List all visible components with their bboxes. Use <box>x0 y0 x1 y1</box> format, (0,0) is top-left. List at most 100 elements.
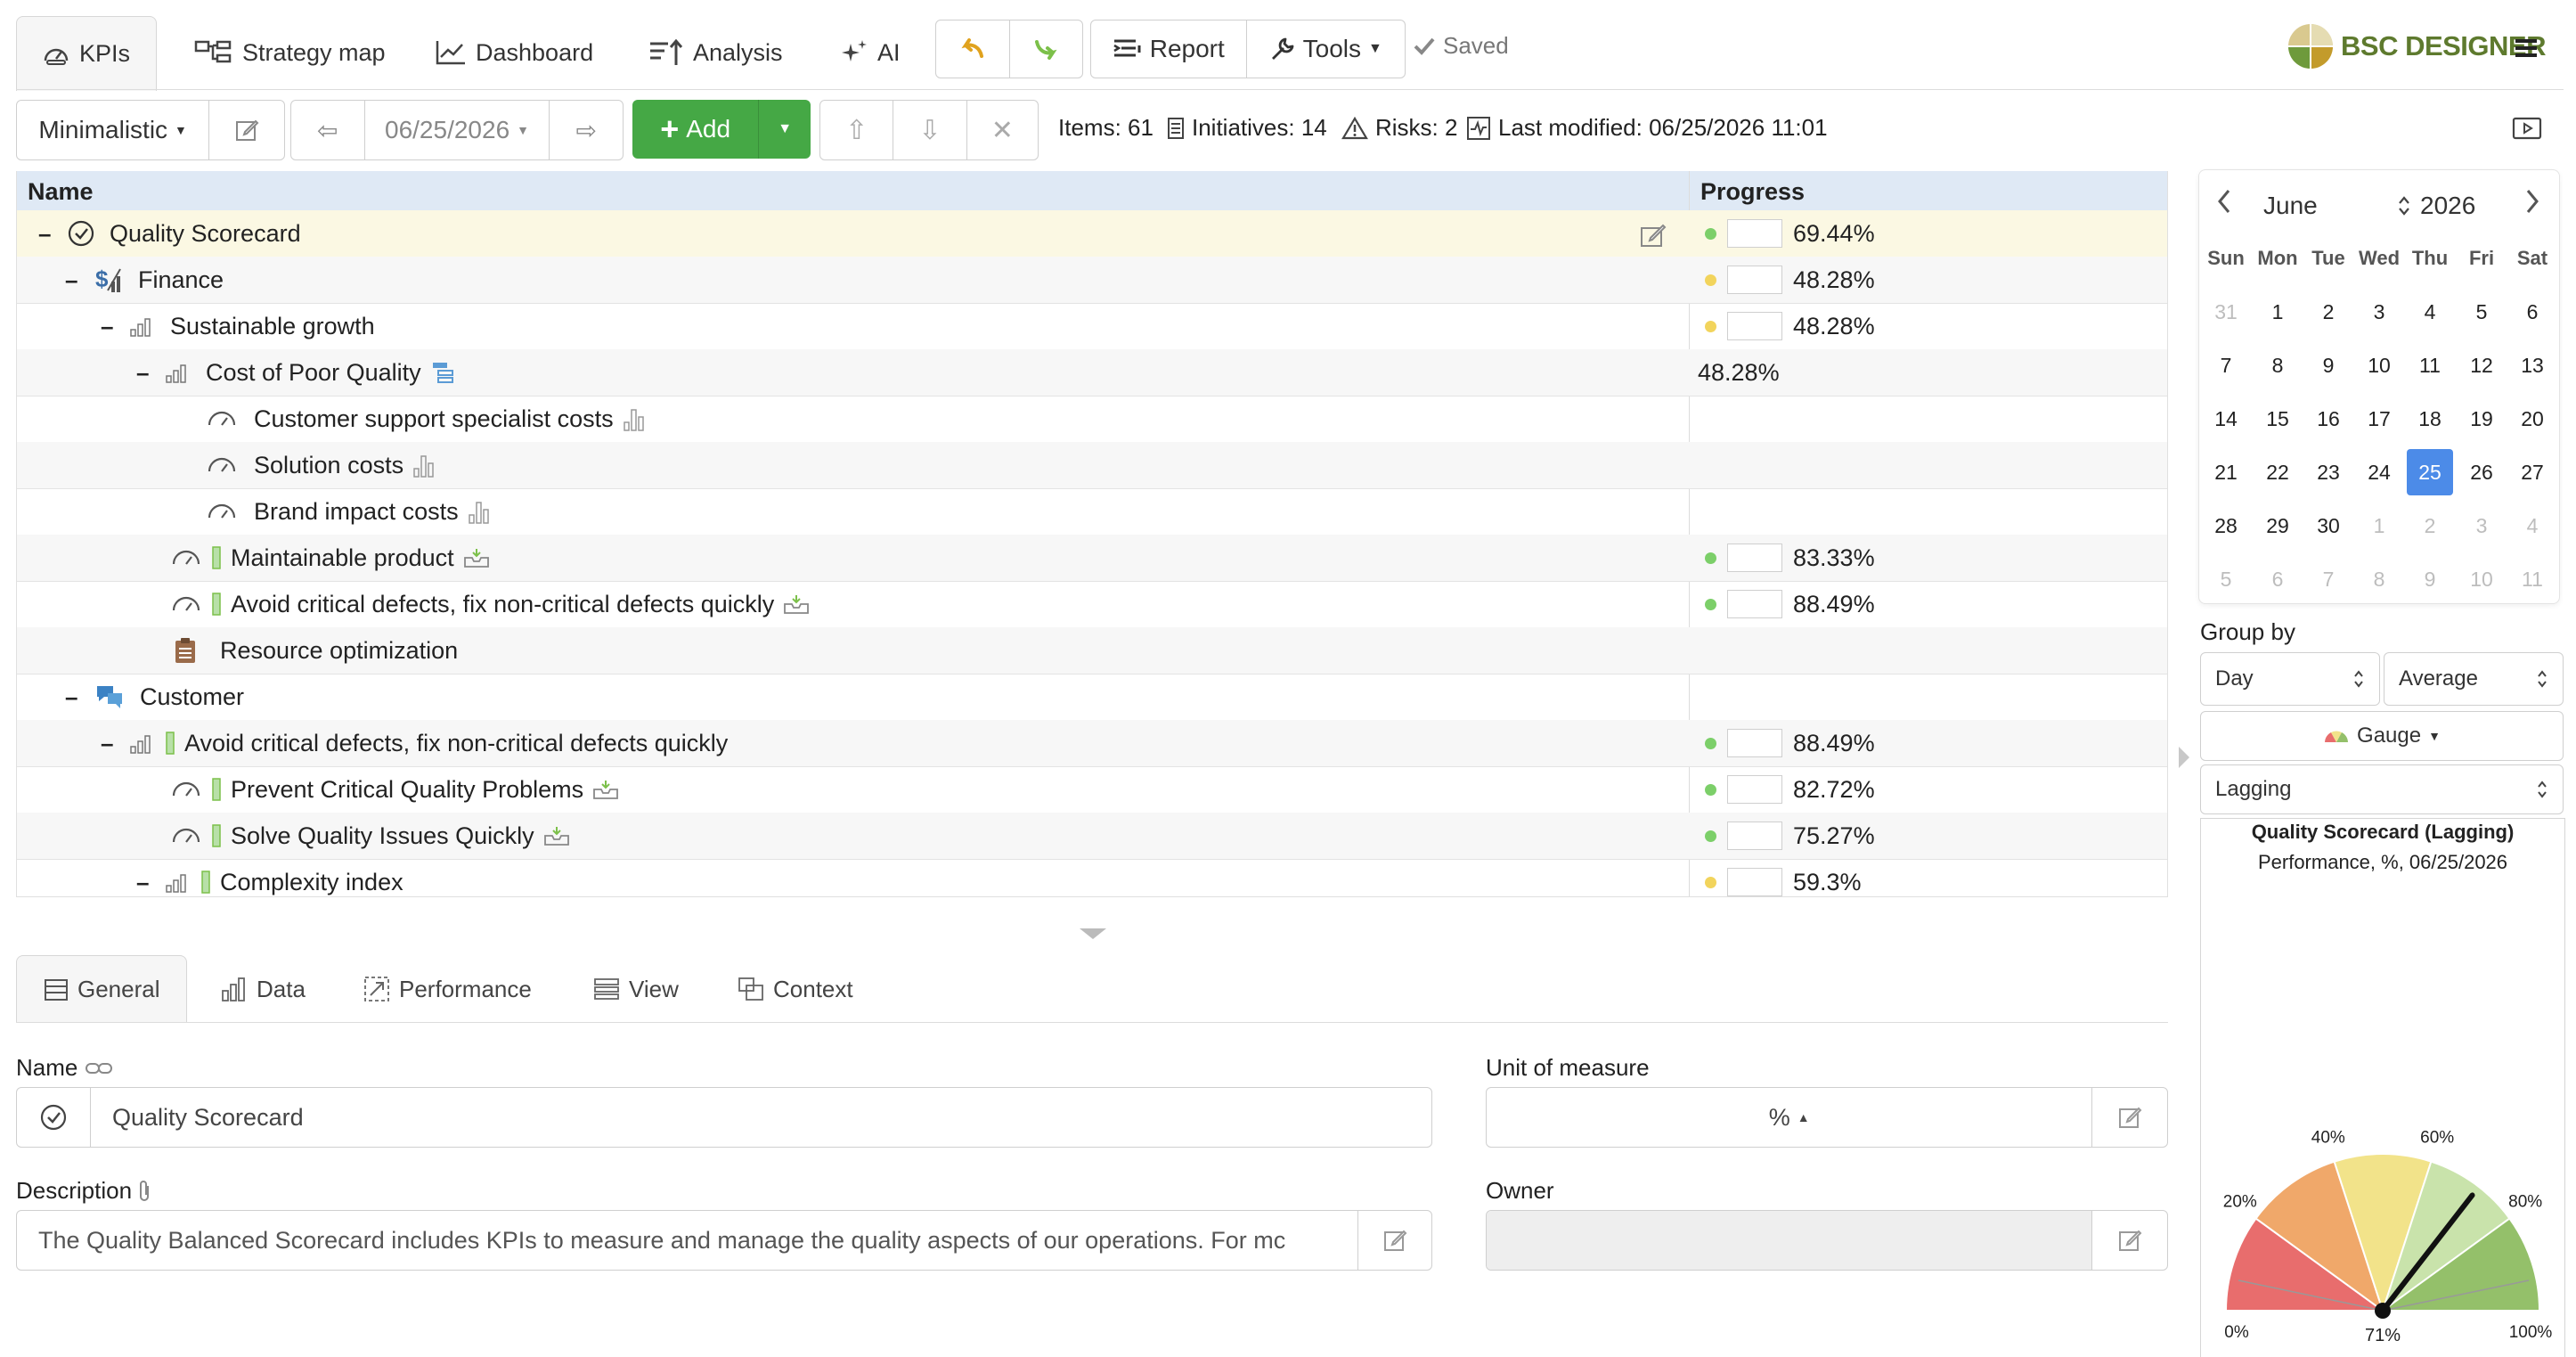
calendar-day[interactable]: 10 <box>2356 342 2402 388</box>
tab-general[interactable]: General <box>16 955 187 1023</box>
indicator-type-select[interactable]: Lagging <box>2200 764 2564 814</box>
aggregate-select[interactable]: Average <box>2384 652 2564 706</box>
move-down-button[interactable]: ⇩ <box>893 101 967 159</box>
calendar-year-select[interactable]: 2026 <box>2397 192 2475 220</box>
calendar-day[interactable]: 25 <box>2407 449 2453 495</box>
calendar-day[interactable]: 9 <box>2407 556 2453 602</box>
tab-kpis[interactable]: KPIs <box>16 16 157 91</box>
calendar-day[interactable]: 1 <box>2356 503 2402 549</box>
table-row[interactable]: Customer support specialist costs <box>17 396 2167 443</box>
move-up-button[interactable]: ⇧ <box>820 101 894 159</box>
add-button[interactable]: + Add <box>632 100 760 159</box>
calendar-day[interactable]: 5 <box>2458 289 2505 335</box>
calendar-day[interactable]: 17 <box>2356 396 2402 442</box>
date-select[interactable]: 06/25/2026 ▼ <box>365 101 550 159</box>
collapse-toggle[interactable]: – <box>101 313 120 340</box>
add-dropdown-button[interactable]: ▼ <box>759 100 811 159</box>
table-row[interactable]: – $ Finance 48.28% <box>17 257 2167 304</box>
table-row[interactable]: Solution costs <box>17 442 2167 489</box>
calendar-day[interactable]: 4 <box>2509 503 2556 549</box>
presentation-button[interactable] <box>2512 116 2542 141</box>
tab-view[interactable]: View <box>567 955 705 1023</box>
calendar-day[interactable]: 30 <box>2305 503 2352 549</box>
table-row[interactable]: Prevent Critical Quality Problems 82.72% <box>17 766 2167 813</box>
collapse-toggle[interactable]: – <box>65 683 85 711</box>
calendar-day[interactable]: 31 <box>2203 289 2249 335</box>
edit-owner-button[interactable] <box>2092 1228 2167 1253</box>
name-input[interactable]: Quality Scorecard <box>91 1104 304 1132</box>
last-modified[interactable]: Last modified: 06/25/2026 11:01 <box>1466 114 1828 142</box>
item-type-button[interactable] <box>17 1088 91 1147</box>
sidebar-collapse-handle[interactable] <box>2177 745 2191 770</box>
calendar-day[interactable]: 9 <box>2305 342 2352 388</box>
collapse-toggle[interactable]: – <box>38 220 58 248</box>
tab-dashboard[interactable]: Dashboard <box>410 16 618 89</box>
redo-button[interactable] <box>1010 20 1083 78</box>
calendar-day[interactable]: 16 <box>2305 396 2352 442</box>
calendar-day[interactable]: 23 <box>2305 449 2352 495</box>
group-by-select[interactable]: Day <box>2200 652 2380 706</box>
next-date-button[interactable]: ⇨ <box>550 101 623 159</box>
calendar-day[interactable]: 2 <box>2305 289 2352 335</box>
calendar-day[interactable]: 8 <box>2254 342 2301 388</box>
hamburger-menu-button[interactable] <box>2514 36 2539 61</box>
calendar-day[interactable]: 24 <box>2356 449 2402 495</box>
table-row[interactable]: – Customer <box>17 674 2167 721</box>
report-button[interactable]: Report <box>1091 20 1247 78</box>
initiatives-count[interactable]: Initiatives: 14 <box>1167 114 1327 142</box>
calendar-next-button[interactable] <box>2523 188 2541 215</box>
calendar-day[interactable]: 22 <box>2254 449 2301 495</box>
calendar-month[interactable]: June <box>2263 192 2318 220</box>
calendar-day[interactable]: 6 <box>2509 289 2556 335</box>
calendar-day[interactable]: 6 <box>2254 556 2301 602</box>
calendar-prev-button[interactable] <box>2215 188 2233 215</box>
prev-date-button[interactable]: ⇦ <box>291 101 365 159</box>
undo-button[interactable] <box>936 20 1010 78</box>
calendar-day[interactable]: 11 <box>2509 556 2556 602</box>
calendar-day[interactable]: 18 <box>2407 396 2453 442</box>
table-row[interactable]: – Cost of Poor Quality 48.28% <box>17 349 2167 396</box>
table-row[interactable]: Maintainable product 83.33% <box>17 535 2167 582</box>
calendar-day[interactable]: 5 <box>2203 556 2249 602</box>
calendar-day[interactable]: 26 <box>2458 449 2505 495</box>
column-header-progress[interactable]: Progress <box>1700 178 1805 206</box>
calendar-day[interactable]: 11 <box>2407 342 2453 388</box>
delete-button[interactable]: ✕ <box>967 101 1038 159</box>
link-icon[interactable] <box>85 1060 113 1076</box>
unit-select[interactable]: % ▲ <box>1487 1088 2093 1147</box>
table-row[interactable]: – Complexity index 59.3% <box>17 859 2167 896</box>
description-input[interactable]: The Quality Balanced Scorecard includes … <box>17 1227 1285 1255</box>
calendar-day[interactable]: 20 <box>2509 396 2556 442</box>
tab-performance[interactable]: Performance <box>337 955 558 1023</box>
table-row[interactable]: – Avoid critical defects, fix non-critic… <box>17 720 2167 767</box>
tab-analysis[interactable]: Analysis <box>624 16 808 89</box>
calendar-day[interactable]: 3 <box>2458 503 2505 549</box>
calendar-day[interactable]: 28 <box>2203 503 2249 549</box>
table-row[interactable]: Avoid critical defects, fix non-critical… <box>17 581 2167 628</box>
calendar-day[interactable]: 21 <box>2203 449 2249 495</box>
calendar-day[interactable]: 29 <box>2254 503 2301 549</box>
table-row[interactable]: Solve Quality Issues Quickly 75.27% <box>17 813 2167 860</box>
table-row[interactable]: – Sustainable growth 48.28% <box>17 303 2167 350</box>
collapse-toggle[interactable]: – <box>136 359 156 387</box>
edit-view-button[interactable] <box>209 101 284 159</box>
calendar-day[interactable]: 12 <box>2458 342 2505 388</box>
column-header-name[interactable]: Name <box>28 178 94 206</box>
calendar-day[interactable]: 19 <box>2458 396 2505 442</box>
edit-description-button[interactable] <box>1358 1228 1431 1253</box>
tools-button[interactable]: Tools ▼ <box>1247 20 1406 78</box>
calendar-day[interactable]: 15 <box>2254 396 2301 442</box>
calendar-day[interactable]: 14 <box>2203 396 2249 442</box>
view-mode-select[interactable]: Minimalistic ▼ <box>17 101 210 159</box>
tab-ai[interactable]: AI <box>815 16 925 89</box>
calendar-day[interactable]: 1 <box>2254 289 2301 335</box>
chart-type-select[interactable]: Gauge ▼ <box>2200 711 2564 761</box>
calendar-day[interactable]: 27 <box>2509 449 2556 495</box>
risks-count[interactable]: Risks: 2 <box>1341 114 1457 142</box>
owner-input[interactable] <box>1487 1211 2093 1270</box>
tab-context[interactable]: Context <box>711 955 880 1023</box>
edit-unit-button[interactable] <box>2092 1105 2167 1130</box>
tab-data[interactable]: Data <box>194 955 332 1023</box>
calendar-day[interactable]: 4 <box>2407 289 2453 335</box>
collapse-toggle[interactable]: – <box>136 869 156 896</box>
